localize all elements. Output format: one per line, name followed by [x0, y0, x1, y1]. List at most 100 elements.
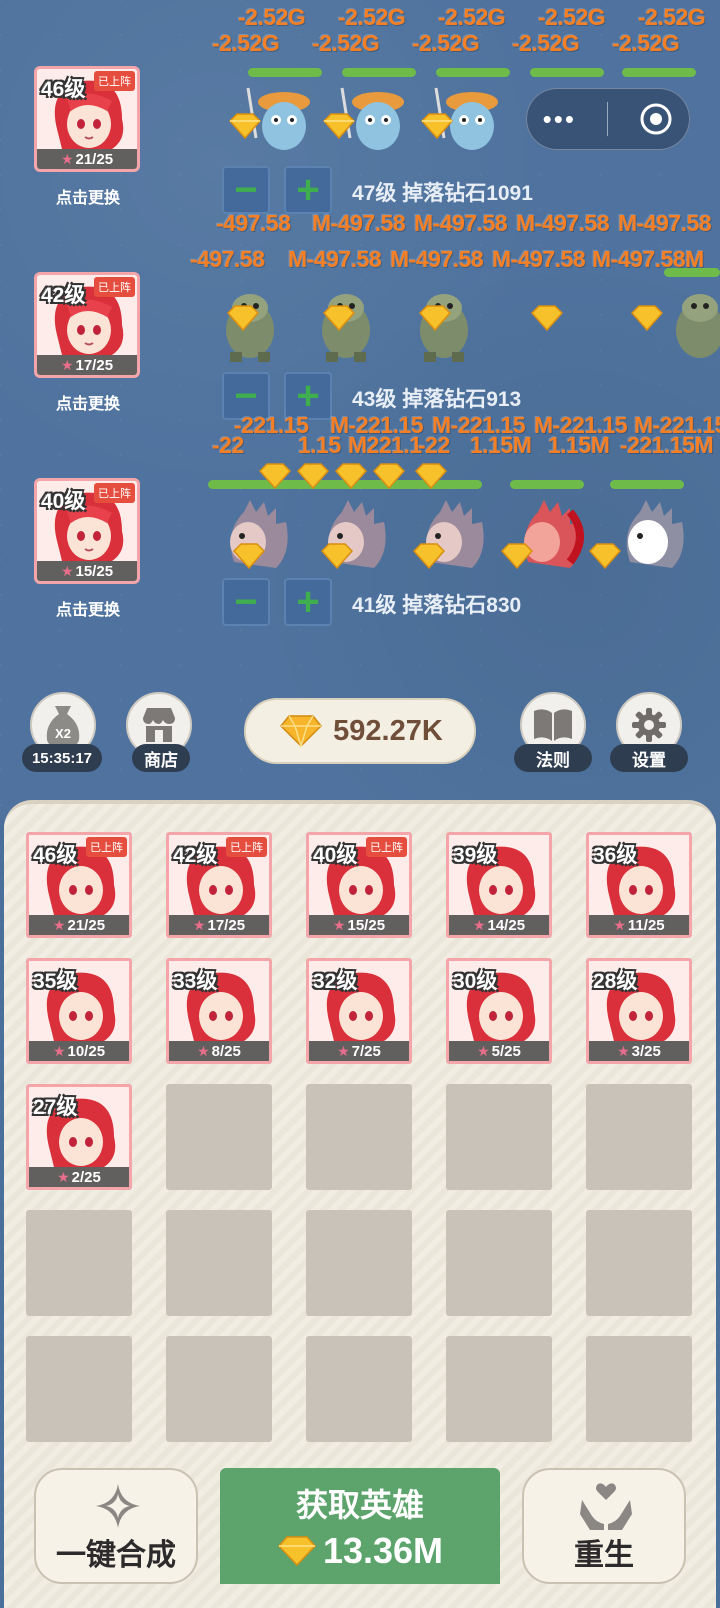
- empty-slot[interactable]: [306, 1084, 412, 1190]
- empty-slot[interactable]: [446, 1210, 552, 1316]
- swap-hero-link[interactable]: 点击更换: [24, 184, 152, 208]
- drop-info: 41级 掉落钻石830: [352, 594, 522, 617]
- star-icon: ★: [60, 356, 74, 373]
- empty-slot[interactable]: [586, 1084, 692, 1190]
- diamond-icon: [420, 113, 454, 140]
- close-miniprogram-icon[interactable]: [639, 102, 673, 136]
- damage-text: M-497.58: [288, 246, 382, 272]
- star-icon: ★: [477, 1042, 490, 1059]
- diamond-amount: 592.27K: [333, 714, 443, 747]
- auto-merge-button[interactable]: 一键合成: [34, 1468, 198, 1584]
- hero-card[interactable]: 40级 已上阵 ★ 15/25: [34, 478, 140, 584]
- hero-star-bar: ★ 21/25: [29, 915, 129, 935]
- hero-slot[interactable]: 40级 已上阵 ★ 15/25: [306, 832, 412, 938]
- gear-icon: [632, 708, 666, 742]
- star-icon: ★: [613, 916, 626, 933]
- swap-hero-link[interactable]: 点击更换: [24, 390, 152, 414]
- hero-star-bar: ★ 5/25: [449, 1041, 549, 1061]
- damage-text: -2.52G: [538, 4, 606, 30]
- drop-info: 47级 掉落钻石1091: [352, 182, 533, 205]
- hero-stars: 15/25: [75, 562, 114, 580]
- empty-slot[interactable]: [306, 1210, 412, 1316]
- hero-slot[interactable]: 33级 ★ 8/25: [166, 958, 272, 1064]
- swap-hero-link[interactable]: 点击更换: [24, 596, 152, 620]
- sparkle-icon: [96, 1484, 140, 1528]
- empty-slot[interactable]: [446, 1336, 552, 1442]
- monster-hp-bar: [248, 68, 322, 77]
- diamond-icon: [334, 463, 368, 490]
- empty-slot[interactable]: [586, 1210, 692, 1316]
- diamond-icon: [322, 113, 356, 140]
- hero-level: 27级: [33, 1096, 78, 1119]
- star-icon: ★: [197, 1042, 210, 1059]
- empty-slot[interactable]: [26, 1336, 132, 1442]
- hero-star-bar: ★ 15/25: [309, 915, 409, 935]
- diamond-icon: [414, 463, 448, 490]
- empty-slot[interactable]: [166, 1336, 272, 1442]
- x2-text: X2: [55, 726, 71, 741]
- damage-text: -497.58: [190, 246, 265, 272]
- diamond-icon: [412, 543, 446, 570]
- recruit-hero-button[interactable]: 获取英雄 13.36M: [220, 1468, 500, 1584]
- hero-level: 39级: [453, 844, 498, 867]
- hero-level: 40级: [41, 490, 86, 513]
- damage-text: -22: [418, 432, 450, 458]
- monster-hp-bar: [342, 68, 416, 77]
- hero-stars: 17/25: [75, 356, 114, 374]
- hero-slot[interactable]: 42级 已上阵 ★ 17/25: [166, 832, 272, 938]
- damage-text: -2.52G: [612, 30, 680, 56]
- drop-info: 43级 掉落钻石913: [352, 388, 522, 411]
- hero-slot[interactable]: 46级 已上阵 ★ 21/25: [26, 832, 132, 938]
- hero-level: 42级: [41, 284, 86, 307]
- empty-slot[interactable]: [586, 1336, 692, 1442]
- hero-level: 35级: [33, 970, 78, 993]
- empty-slot[interactable]: [26, 1210, 132, 1316]
- damage-text: M-497.58: [618, 210, 712, 236]
- empty-slot[interactable]: [166, 1084, 272, 1190]
- star-icon: ★: [60, 150, 74, 167]
- rules-label: 法则: [514, 744, 592, 772]
- deployed-badge: 已上阵: [86, 837, 127, 857]
- minus-button[interactable]: −: [222, 578, 270, 626]
- diamond-icon: [322, 305, 356, 332]
- hero-card[interactable]: 42级 已上阵 ★ 17/25: [34, 272, 140, 378]
- hero-slot[interactable]: 36级 ★ 11/25: [586, 832, 692, 938]
- damage-text: M-497.58: [492, 246, 586, 272]
- empty-slot[interactable]: [446, 1084, 552, 1190]
- star-icon: ★: [52, 916, 66, 933]
- empty-slot[interactable]: [306, 1336, 412, 1442]
- rebirth-button[interactable]: 重生: [522, 1468, 686, 1584]
- hero-slot[interactable]: 39级 ★ 14/25: [446, 832, 552, 938]
- hero-card[interactable]: 46级 已上阵 ★ 21/25: [34, 66, 140, 172]
- hero-stars: 15/25: [347, 916, 386, 934]
- damage-text: M-497.58: [516, 210, 610, 236]
- hero-star-bar: ★ 7/25: [309, 1041, 409, 1061]
- empty-slot[interactable]: [166, 1210, 272, 1316]
- damage-text: -2.52G: [312, 30, 380, 56]
- hero-star-bar: ★ 14/25: [449, 915, 549, 935]
- damage-text: M-497.58: [390, 246, 484, 272]
- hero-stars: 10/25: [67, 1042, 106, 1060]
- star-icon: ★: [617, 1042, 630, 1059]
- hero-slot[interactable]: 27级 ★ 2/25: [26, 1084, 132, 1190]
- hero-stars: 21/25: [67, 916, 106, 934]
- hero-level: 46级: [41, 78, 86, 101]
- hero-slot[interactable]: 32级 ★ 7/25: [306, 958, 412, 1064]
- damage-text: -2.52G: [412, 30, 480, 56]
- more-icon[interactable]: •••: [543, 104, 576, 135]
- shop-label: 商店: [132, 744, 190, 772]
- hero-star-bar: ★ 15/25: [37, 561, 137, 581]
- diamond-icon: [372, 463, 406, 490]
- miniprogram-capsule: •••: [526, 88, 690, 150]
- hero-stars: 14/25: [487, 916, 526, 934]
- diamond-icon: [588, 543, 622, 570]
- star-icon: ★: [52, 1042, 66, 1059]
- hero-slot[interactable]: 35级 ★ 10/25: [26, 958, 132, 1064]
- hero-slot[interactable]: 30级 ★ 5/25: [446, 958, 552, 1064]
- monster-hp-bar: [664, 268, 720, 277]
- lane-3: -221.15 M-221.15 M-221.15 M-221.15 M-221…: [0, 412, 720, 626]
- plus-button[interactable]: +: [284, 578, 332, 626]
- damage-text: -2.52G: [438, 4, 506, 30]
- hero-slot[interactable]: 28级 ★ 3/25: [586, 958, 692, 1064]
- star-icon: ★: [57, 1168, 70, 1185]
